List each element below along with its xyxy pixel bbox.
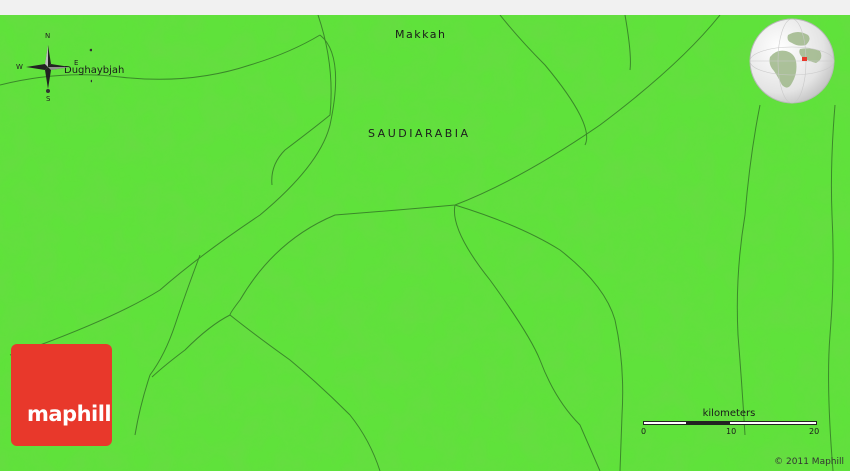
compass-icon: [26, 45, 94, 93]
compass-north: N: [45, 32, 51, 40]
scale-bar: kilometers 0 10 20: [641, 408, 821, 448]
top-strip: [0, 0, 850, 15]
scale-tick-10: 10: [726, 427, 737, 436]
scale-segment: [643, 421, 687, 425]
compass-rose: N S W E: [14, 32, 94, 103]
compass-west: W: [16, 63, 23, 71]
map-view[interactable]: SAUDIARABIA Makkah Dughaybjah N S W E: [0, 15, 850, 471]
relief-shading: [0, 15, 850, 471]
region-label: SAUDIARABIA: [368, 127, 471, 140]
globe-locator-icon: [749, 18, 835, 104]
logo-text: maphill: [27, 402, 112, 426]
maphill-logo[interactable]: maphill: [11, 344, 112, 446]
compass-south: S: [46, 95, 51, 103]
scale-segment: [729, 421, 817, 425]
scale-tick-20: 20: [809, 427, 820, 436]
terrain-layer: [0, 15, 850, 471]
compass-east: E: [74, 59, 79, 67]
city-label: Makkah: [395, 28, 447, 41]
copyright-text: © 2011 Maphill: [774, 457, 844, 467]
scale-segment: [686, 421, 730, 425]
scale-tick-0: 0: [641, 427, 647, 436]
scale-title: kilometers: [702, 408, 756, 419]
scale-graphic: [643, 421, 817, 425]
location-marker: [802, 57, 807, 61]
